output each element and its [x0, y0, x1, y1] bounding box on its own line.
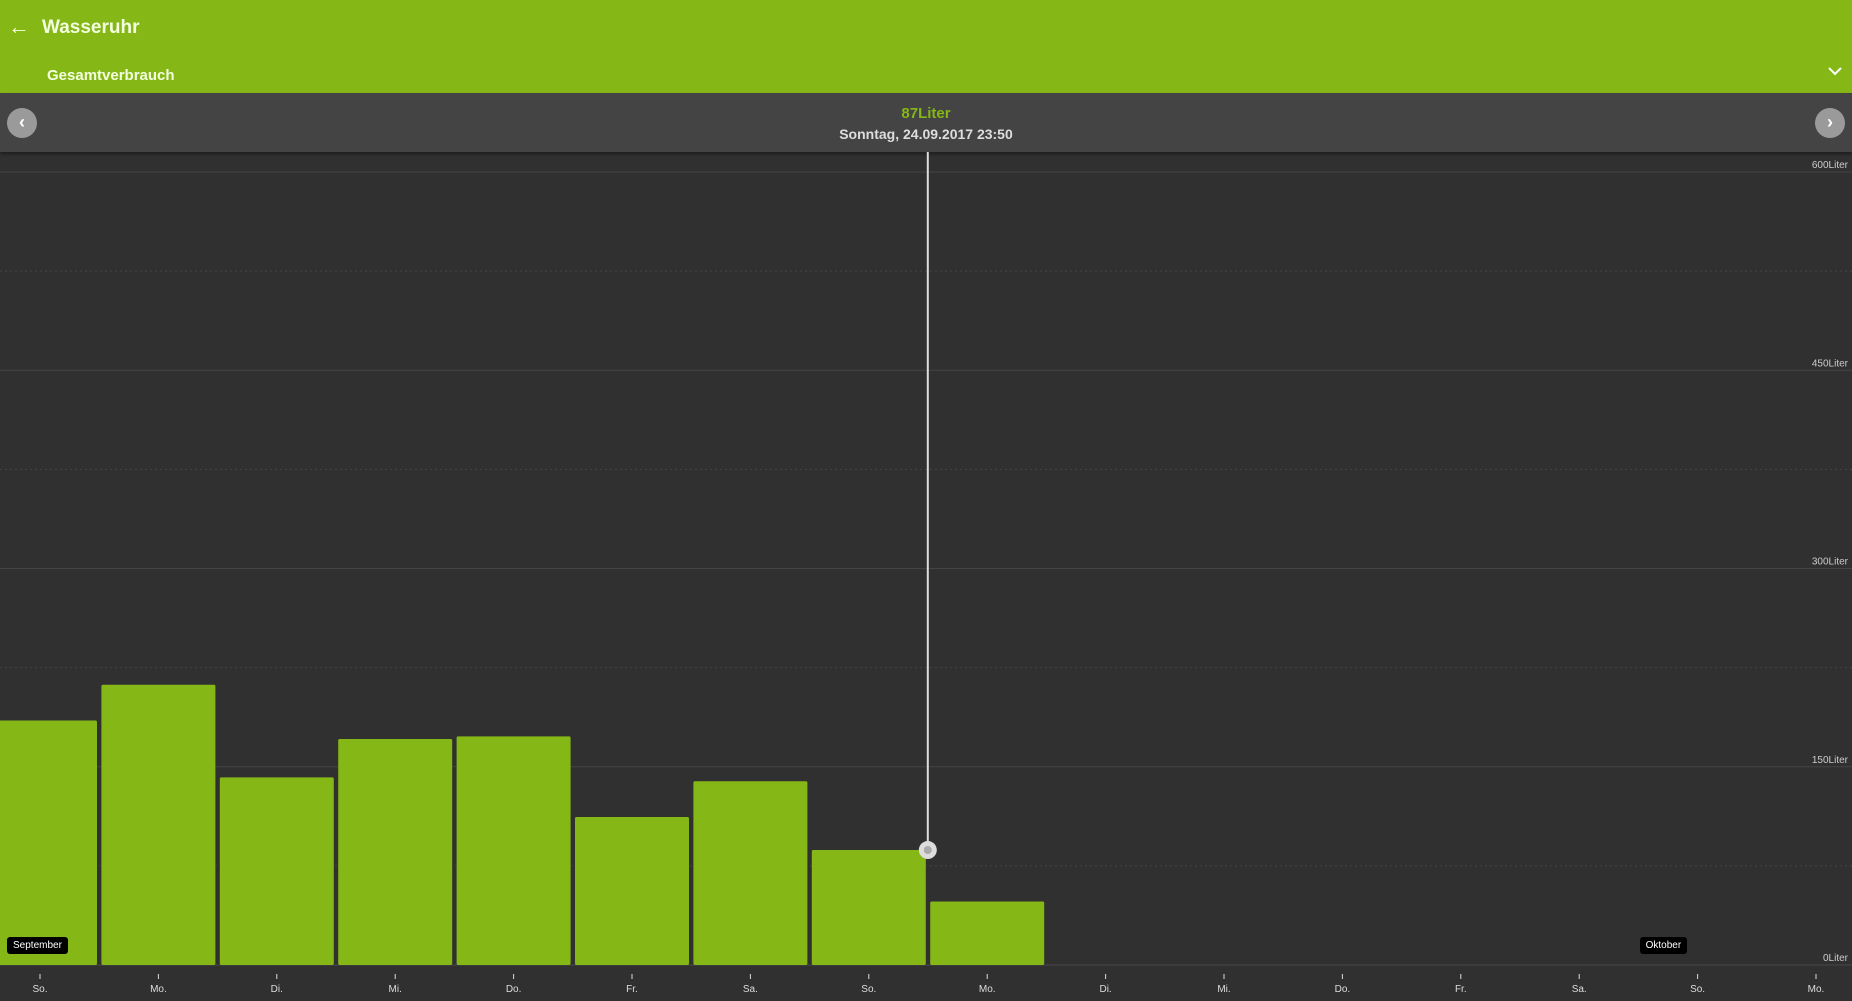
- y-tick-label: 150Liter: [1812, 755, 1849, 766]
- chevron-down-icon[interactable]: [1828, 64, 1842, 78]
- x-tick-label: Fr.: [626, 984, 638, 995]
- view-selector[interactable]: Gesamtverbrauch: [47, 67, 175, 84]
- x-tick-label: Mo.: [150, 984, 167, 995]
- selected-value: 87Liter: [901, 105, 951, 122]
- bar: [338, 738, 453, 965]
- x-tick-label: Fr.: [1455, 984, 1467, 995]
- x-tick-label: So.: [861, 984, 876, 995]
- bar: [930, 901, 1045, 965]
- bar: [0, 720, 97, 965]
- x-tick-label: Do.: [1335, 984, 1351, 995]
- page-title: Wasseruhr: [42, 17, 140, 38]
- x-tick-label: Sa.: [1572, 984, 1587, 995]
- x-tick-label: So.: [32, 984, 47, 995]
- period-navigation: ‹ 87Liter Sonntag, 24.09.2017 23:50 ›: [0, 93, 1852, 152]
- bar: [101, 684, 216, 965]
- bar: [693, 781, 808, 965]
- x-tick-label: Mo.: [1808, 984, 1825, 995]
- app-header: ← Wasseruhr Gesamtverbrauch: [0, 0, 1852, 93]
- back-arrow-icon[interactable]: ←: [8, 14, 30, 40]
- bar: [219, 777, 334, 965]
- bar: [575, 816, 689, 965]
- bar: [811, 850, 926, 965]
- x-tick-label: Mi.: [1217, 984, 1230, 995]
- y-tick-label: 600Liter: [1812, 160, 1849, 171]
- y-tick-label: 450Liter: [1812, 358, 1849, 369]
- next-button[interactable]: ›: [1815, 108, 1845, 138]
- y-tick-label: 300Liter: [1812, 557, 1849, 568]
- y-tick-label: 0Liter: [1823, 953, 1849, 964]
- selected-date: Sonntag, 24.09.2017 23:50: [839, 126, 1013, 142]
- x-tick-label: Do.: [506, 984, 522, 995]
- x-tick-label: Mi.: [389, 984, 402, 995]
- x-tick-label: Sa.: [743, 984, 758, 995]
- x-tick-label: Di.: [271, 984, 283, 995]
- month-label: September: [7, 937, 68, 954]
- selection-marker: [918, 841, 937, 860]
- x-tick-label: So.: [1690, 984, 1705, 995]
- x-tick-label: Di.: [1099, 984, 1111, 995]
- bar: [456, 736, 571, 965]
- month-label: Oktober: [1639, 937, 1688, 954]
- selection-marker-center: [923, 846, 932, 855]
- x-tick-label: Mo.: [979, 984, 996, 995]
